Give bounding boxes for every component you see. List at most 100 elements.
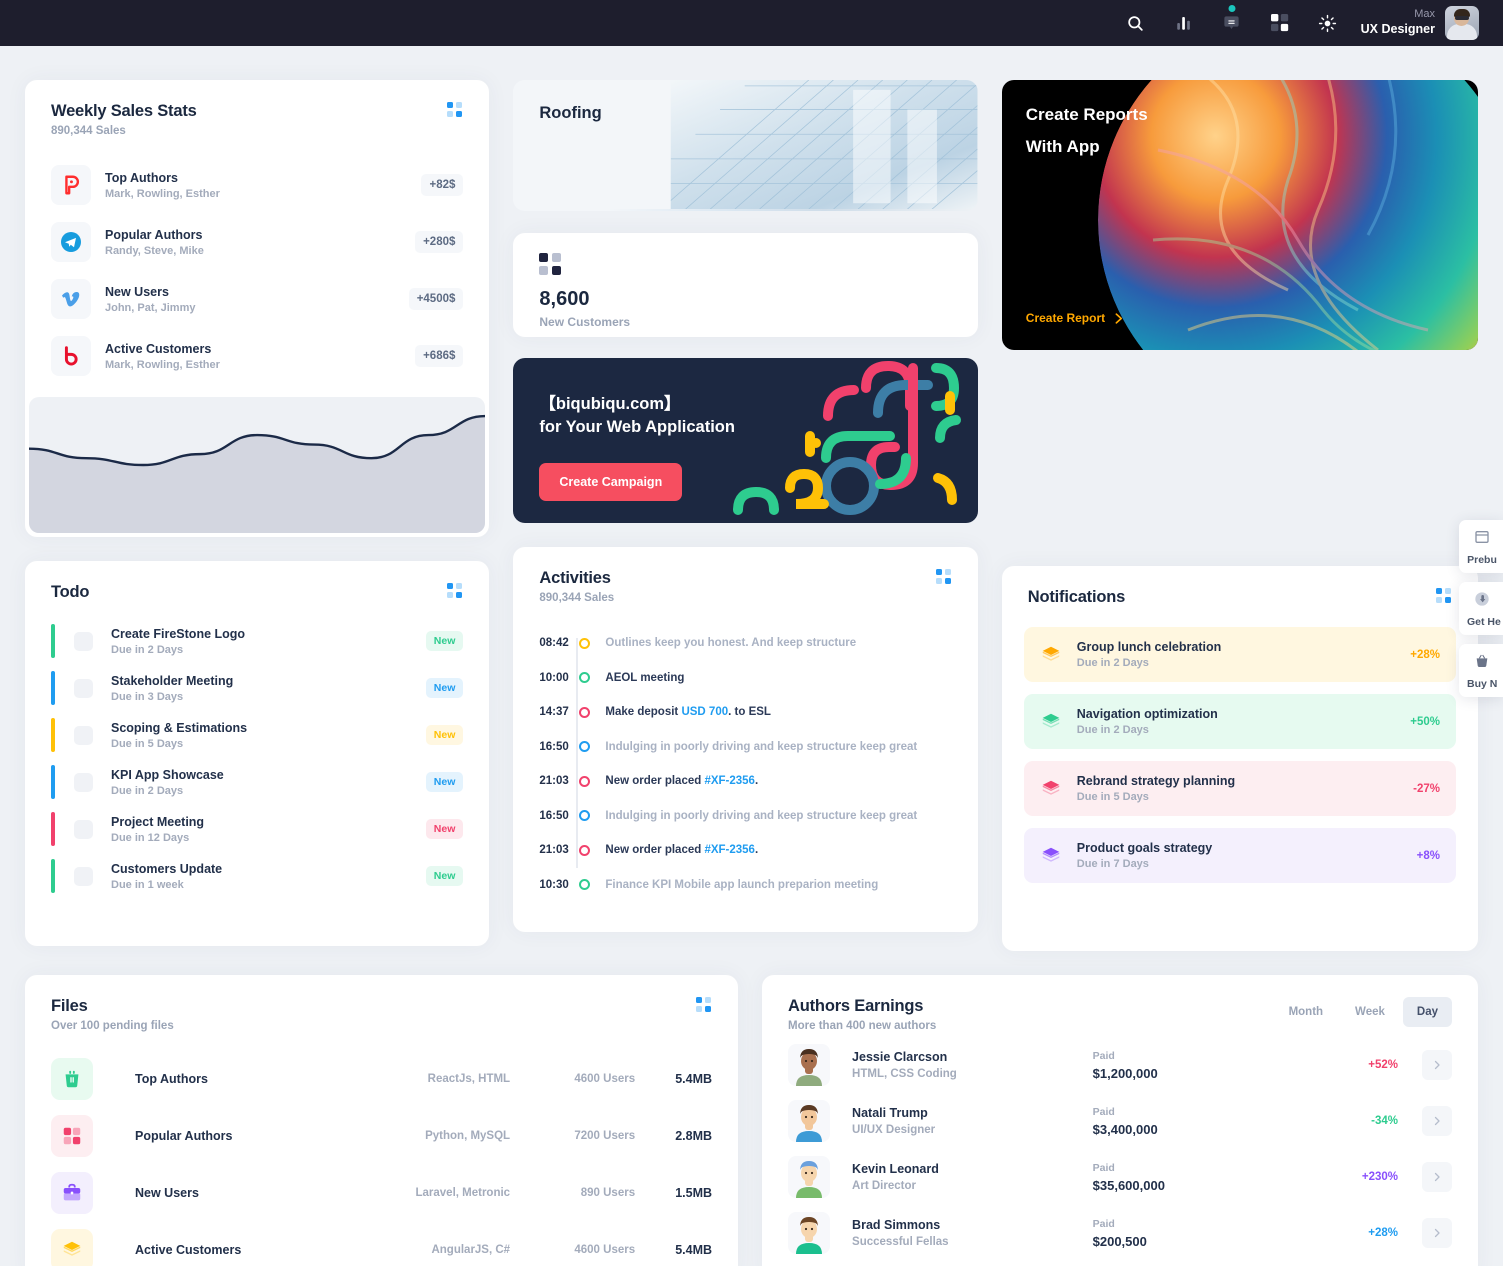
weekly-sales-header: Weekly Sales Stats 890,344 Sales [25,80,489,137]
list-item[interactable]: Customers Update Due in 1 week New [51,859,464,893]
create-campaign-button[interactable]: Create Campaign [539,463,683,501]
chat-bubble-icon[interactable] [1217,5,1247,38]
list-item[interactable]: Popular Authors Randy, Steve, Mike +280$ [51,222,464,262]
list-item[interactable]: Product goals strategy Due in 7 Days +8% [1023,828,1456,883]
files-subtitle: Over 100 pending files [51,1020,174,1032]
todo-header: Todo [25,561,489,602]
tab-day[interactable]: Day [1402,997,1452,1027]
todo-checkbox[interactable] [74,631,93,651]
chevron-right-icon[interactable] [1422,1050,1453,1080]
grid-dots-icon[interactable] [696,997,712,1013]
tab-week[interactable]: Week [1341,997,1399,1027]
table-row[interactable]: New Users Laravel, Metronic 890 Users 1.… [51,1172,712,1214]
avatar[interactable] [1445,6,1479,40]
list-item-text: Project Meeting Due in 12 Days [111,815,426,844]
grid-dots-icon[interactable] [447,583,463,599]
list-item[interactable]: Group lunch celebration Due in 2 Days +2… [1023,627,1456,682]
list-item[interactable]: Rebrand strategy planning Due in 5 Days … [1023,761,1456,816]
table-row[interactable]: Natali Trump UI/UX Designer Paid $3,400,… [788,1100,1453,1142]
todo-checkbox[interactable] [74,866,93,886]
file-users: 4600 Users [574,1244,636,1256]
campaign-line2: for Your Web Application [539,418,735,436]
priority-bar [51,624,55,658]
grid-icon[interactable] [1265,8,1295,38]
tab-month[interactable]: Month [1275,997,1337,1027]
grid-dots-icon[interactable] [935,569,952,585]
activity-time: 10:30 [539,878,569,891]
list-item[interactable]: Scoping & Estimations Due in 5 Days New [51,718,464,752]
list-item[interactable]: Active Customers Mark, Rowling, Esther +… [51,336,464,376]
activity-link[interactable]: #XF-2356 [704,775,755,787]
brightness-icon[interactable] [1313,8,1343,38]
activity-link[interactable]: #XF-2356 [704,844,755,856]
notifications-header: Notifications [1002,566,1478,607]
list-item-title: Project Meeting [111,814,205,829]
list-item[interactable]: 10:00 AEOL meeting [539,661,951,696]
side-panel-item[interactable]: Prebu [1459,520,1503,573]
list-item-title: Popular Authors [105,227,203,242]
table-row[interactable]: Popular Authors Python, MySQL 7200 Users… [51,1115,712,1157]
todo-checkbox[interactable] [74,819,93,839]
list-item[interactable]: 16:50 Indulging in poorly driving and ke… [539,730,951,765]
activity-link[interactable]: USD 700 [681,706,728,718]
side-panel-item[interactable]: Buy N [1459,644,1503,697]
list-item-title: Create FireStone Logo [111,626,246,641]
list-item[interactable]: KPI App Showcase Due in 2 Days New [51,765,464,799]
list-item[interactable]: 14:37 Make deposit USD 700. to ESL [539,695,951,730]
search-icon[interactable] [1121,8,1151,38]
activity-text: Finance KPI Mobile app launch preparion … [605,878,879,891]
paid-value: $35,600,000 [1092,1177,1165,1193]
create-report-link[interactable]: Create Report [1026,311,1125,325]
files-header: Files Over 100 pending files [25,975,738,1032]
new-customers-label: New Customers [539,315,631,329]
reports-line2: With App [1025,137,1100,156]
grid-dots-icon[interactable] [447,102,463,118]
list-item[interactable]: 21:03 New order placed #XF-2356. [539,833,951,868]
table-row[interactable]: Active Customers AngularJS, C# 4600 User… [51,1229,712,1266]
list-item[interactable]: Project Meeting Due in 12 Days New [51,812,464,846]
list-item[interactable]: 10:30 Finance KPI Mobile app launch prep… [539,868,951,903]
list-item[interactable]: 21:03 New order placed #XF-2356. [539,764,951,799]
table-row[interactable]: Top Authors ReactJs, HTML 4600 Users 5.4… [51,1058,712,1100]
list-item-due: Due in 5 Days [1076,791,1149,803]
list-item[interactable]: Create FireStone Logo Due in 2 Days New [51,624,464,658]
grid-dots-icon[interactable] [1436,588,1452,604]
todo-checkbox[interactable] [74,725,93,745]
create-reports-card: Create Reports With App Create Report [1001,80,1478,350]
author-info: Natali Trump UI/UX Designer [852,1106,1093,1136]
activity-text: New order placed #XF-2356. [605,775,759,788]
user-role: UX Designer [1360,22,1435,37]
bar-chart-icon[interactable] [1169,8,1199,38]
chevron-right-icon[interactable] [1422,1106,1453,1136]
timeline-dot-icon [579,844,591,856]
status-badge: New [425,819,464,839]
plurk-logo-icon [51,165,91,205]
side-panel-item[interactable]: Get He [1459,582,1503,635]
list-item[interactable]: Stakeholder Meeting Due in 3 Days New [51,671,464,705]
user-menu[interactable]: Max UX Designer [1361,6,1479,40]
chevron-right-icon[interactable] [1422,1162,1453,1192]
chevron-right-icon[interactable] [1422,1218,1453,1248]
todo-checkbox[interactable] [74,772,93,792]
table-row[interactable]: Brad Simmons Successful Fellas Paid $200… [788,1212,1453,1254]
list-item-due: Due in 2 Days [1076,657,1149,669]
table-row[interactable]: Kevin Leonard Art Director Paid $35,600,… [788,1156,1453,1198]
list-item[interactable]: Top Authors Mark, Rowling, Esther +82$ [51,165,464,205]
list-item[interactable]: 16:50 Indulging in poorly driving and ke… [539,799,951,834]
list-item[interactable]: 08:42 Outlines keep you honest. And keep… [539,626,951,661]
paid-value: $200,500 [1092,1233,1147,1249]
table-row[interactable]: Jessie Clarcson HTML, CSS Coding Paid $1… [788,1044,1453,1086]
timeline-dot-icon [579,879,591,891]
layers-icon [1042,646,1060,661]
status-badge: New [425,631,464,651]
avatar [788,1212,831,1254]
todo-checkbox[interactable] [74,678,93,698]
file-tech: Laravel, Metronic [415,1187,511,1199]
list-item[interactable]: Navigation optimization Due in 2 Days +5… [1023,694,1456,749]
activities-list: 08:42 Outlines keep you honest. And keep… [513,604,977,902]
list-item[interactable]: New Users John, Pat, Jimmy +4500$ [51,279,464,319]
paid-label: Paid [1092,1049,1115,1062]
avatar [788,1100,831,1142]
layout-icon [1475,531,1489,543]
earnings-list: Jessie Clarcson HTML, CSS Coding Paid $1… [762,1032,1478,1254]
